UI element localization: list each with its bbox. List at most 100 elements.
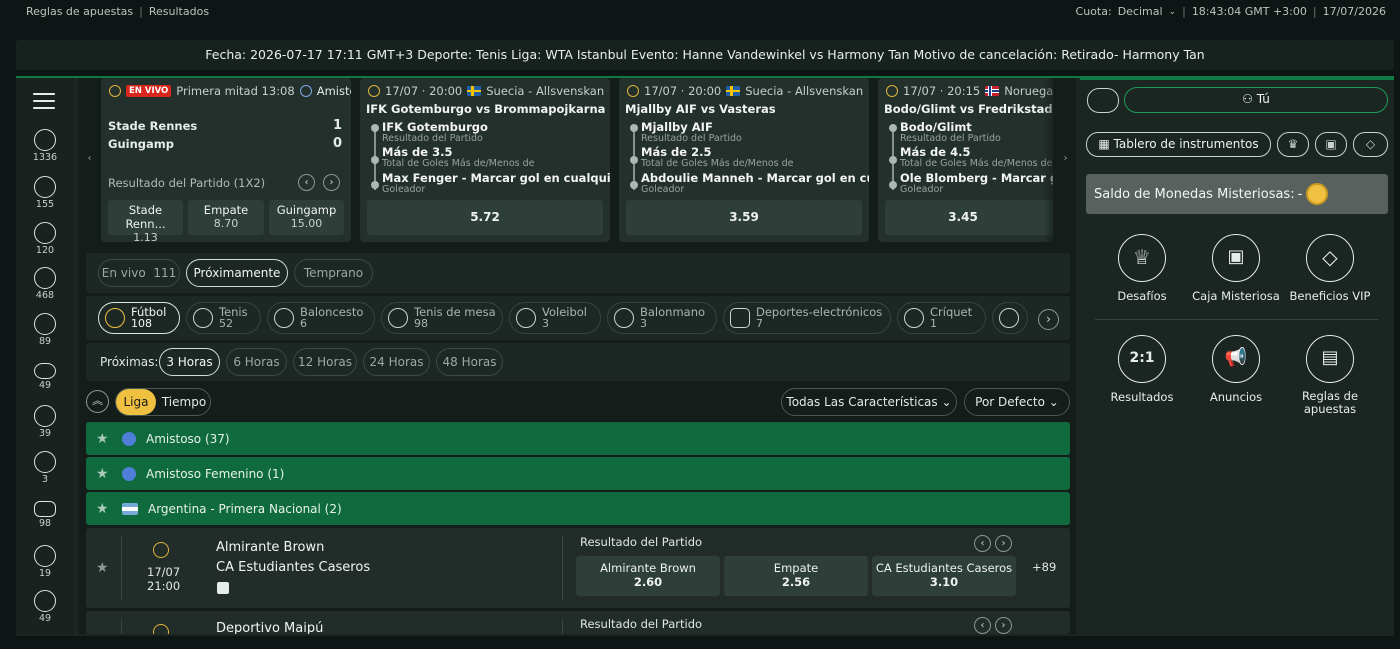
user-icon: ⚇: [1242, 92, 1253, 106]
featured-betbuilder-card[interactable]: 17/07 · 20:00 Suecia - Allsvenskan IFK G…: [360, 78, 610, 242]
team-home: Stade Rennes: [108, 119, 198, 133]
combined-odds-button[interactable]: 5.72: [367, 200, 603, 235]
combined-odds-button[interactable]: 3.45: [885, 200, 1053, 235]
odds-button[interactable]: Empate 8.70: [188, 200, 264, 235]
diamond-icon[interactable]: ◇: [1353, 132, 1388, 157]
sport-chip-volleyball[interactable]: Voleibol 3: [509, 302, 601, 334]
league-row[interactable]: ★ Amistoso (37): [86, 422, 1070, 455]
betslip-icon[interactable]: [1087, 88, 1119, 113]
results-link[interactable]: Resultados: [149, 5, 209, 18]
combined-odds-button[interactable]: 3.59: [626, 200, 862, 235]
mystery-box-icon[interactable]: ▣: [1315, 132, 1347, 157]
rules-scroll-icon[interactable]: ▤: [1306, 335, 1354, 383]
odds-button[interactable]: Empate 2.56: [724, 556, 868, 596]
sport-chip-handball[interactable]: Balonmano 3: [607, 302, 717, 334]
sidebar-item-handball[interactable]: 3: [16, 451, 74, 485]
sidebar-item-football[interactable]: 1336: [16, 129, 74, 163]
results-icon[interactable]: 2:1: [1118, 335, 1166, 383]
home-team: Deportivo Maipú: [216, 621, 324, 634]
chevron-down-icon[interactable]: ⌄: [1169, 7, 1177, 17]
hours-option-3[interactable]: 3 Horas: [159, 348, 220, 376]
hours-option-6[interactable]: 6 Horas: [226, 348, 287, 376]
sport-chip-esports[interactable]: Deportes-electrónicos 7: [723, 302, 891, 334]
features-dropdown[interactable]: Todas Las Características ⌄: [781, 388, 957, 416]
selection-1: IFK Gotemburgo: [382, 120, 488, 134]
market-prev-icon[interactable]: ‹: [974, 535, 991, 552]
star-icon[interactable]: ★: [96, 466, 114, 482]
event-row[interactable]: Deportivo Maipú Resultado del Partido ‹ …: [86, 611, 1070, 634]
sidebar-item-tennis[interactable]: 155: [16, 176, 74, 210]
rules-link[interactable]: Reglas de apuestas: [26, 5, 133, 18]
view-tiempo-button[interactable]: Tiempo: [160, 389, 208, 415]
selection-2-market: Total de Goles Más de/Menos de: [382, 158, 535, 169]
sidebar-item-basketball[interactable]: 120: [16, 222, 74, 256]
event-row[interactable]: ★ 17/07 21:00 Almirante Brown CA Estudia…: [86, 528, 1070, 608]
sports-next-icon[interactable]: ›: [1038, 309, 1059, 330]
sport-chip-cricket[interactable]: Críquet 1: [897, 302, 986, 334]
tab-early[interactable]: Temprano: [294, 259, 373, 287]
announcements-link[interactable]: Anuncios: [1181, 390, 1291, 404]
sidebar-item-esports[interactable]: 98: [16, 498, 74, 529]
norway-flag-icon: [985, 86, 1000, 96]
market-prev-icon[interactable]: ‹: [298, 174, 315, 191]
sport-chip-baseball[interactable]: [992, 302, 1028, 334]
sidebar-item-cricket[interactable]: 19: [16, 545, 74, 579]
diamond-icon[interactable]: ◇: [1306, 234, 1354, 282]
sport-chip-tennis[interactable]: Tenis 52: [186, 302, 261, 334]
market-name: Resultado del Partido (1X2): [108, 176, 266, 190]
hours-option-12[interactable]: 12 Horas: [293, 348, 357, 376]
sport-chip-football[interactable]: Fútbol 108: [98, 302, 180, 334]
sidebar-item-rugby[interactable]: 49: [16, 360, 74, 391]
sort-dropdown[interactable]: Por Defecto ⌄: [964, 388, 1070, 416]
market-prev-icon[interactable]: ‹: [974, 617, 991, 634]
featured-betbuilder-card[interactable]: 17/07 · 20:15 Noruega - E Bodo/Glimt vs …: [878, 78, 1053, 242]
market-next-icon[interactable]: ›: [323, 174, 340, 191]
hours-option-24[interactable]: 24 Horas: [363, 348, 430, 376]
sport-chip-basketball[interactable]: Baloncesto 6: [267, 302, 375, 334]
odds-button[interactable]: Stade Renn... 1.13: [108, 200, 183, 242]
odds-button[interactable]: Almirante Brown 2.60: [576, 556, 720, 596]
league-row[interactable]: ★ Argentina - Primera Nacional (2): [86, 492, 1070, 525]
user-button[interactable]: ⚇ Tú: [1124, 87, 1388, 113]
carousel-next-icon[interactable]: ›: [1057, 151, 1074, 168]
event-date: 17/07: [147, 565, 181, 579]
sidebar-item-baseball[interactable]: 49: [16, 590, 74, 624]
star-icon[interactable]: ★: [96, 501, 114, 517]
vip-benefits-link[interactable]: Beneficios VIP: [1275, 289, 1385, 303]
market-next-icon[interactable]: ›: [995, 617, 1012, 634]
divider: |: [1312, 5, 1317, 18]
star-icon[interactable]: ★: [96, 560, 109, 576]
featured-live-card[interactable]: EN VIVO Primera mitad 13:08 Amistoso Sta…: [101, 78, 351, 242]
dashboard-button[interactable]: ▦ Tablero de instrumentos: [1086, 132, 1271, 157]
table-tennis-icon: [34, 267, 56, 289]
sidebar-item-football-2[interactable]: 39: [16, 405, 74, 439]
menu-icon[interactable]: [33, 93, 55, 114]
carousel-prev-icon[interactable]: ‹: [81, 151, 98, 168]
selection-timeline: [629, 124, 639, 194]
mystery-box-icon[interactable]: ▣: [1212, 234, 1260, 282]
more-markets-link[interactable]: +89: [1032, 560, 1056, 574]
sport-chip-table-tennis[interactable]: Tenis de mesa 98: [381, 302, 503, 334]
rugby-icon: [34, 363, 56, 379]
sidebar-item-table-tennis[interactable]: 468: [16, 267, 74, 301]
football-icon: [109, 85, 121, 97]
league-row[interactable]: ★ Amistoso Femenino (1): [86, 457, 1070, 490]
trophy-icon[interactable]: ♛: [1277, 132, 1309, 157]
collapse-all-icon[interactable]: ︽: [86, 390, 109, 413]
tab-live[interactable]: En vivo 111: [98, 259, 180, 287]
hours-option-48[interactable]: 48 Horas: [436, 348, 503, 376]
stats-icon[interactable]: [217, 582, 229, 594]
odds-button[interactable]: Guingamp 15.00: [269, 200, 344, 235]
tab-upcoming[interactable]: Próximamente: [186, 259, 288, 287]
odds-button[interactable]: CA Estudiantes Caseros 3.10: [872, 556, 1016, 596]
megaphone-icon[interactable]: 📢: [1212, 335, 1260, 383]
featured-betbuilder-card[interactable]: 17/07 · 20:00 Suecia - Allsvenskan Mjall…: [619, 78, 869, 242]
sidebar-item-volleyball[interactable]: 89: [16, 313, 74, 347]
market-next-icon[interactable]: ›: [995, 535, 1012, 552]
view-liga-button[interactable]: Liga: [116, 389, 156, 415]
top-bar: Reglas de apuestas | Resultados Cuota: D…: [0, 0, 1400, 24]
trophy-icon[interactable]: ♕: [1118, 234, 1166, 282]
odds-format-select[interactable]: Decimal: [1118, 5, 1163, 18]
betting-rules-link[interactable]: Reglas de apuestas: [1300, 390, 1360, 416]
star-icon[interactable]: ★: [96, 431, 114, 447]
